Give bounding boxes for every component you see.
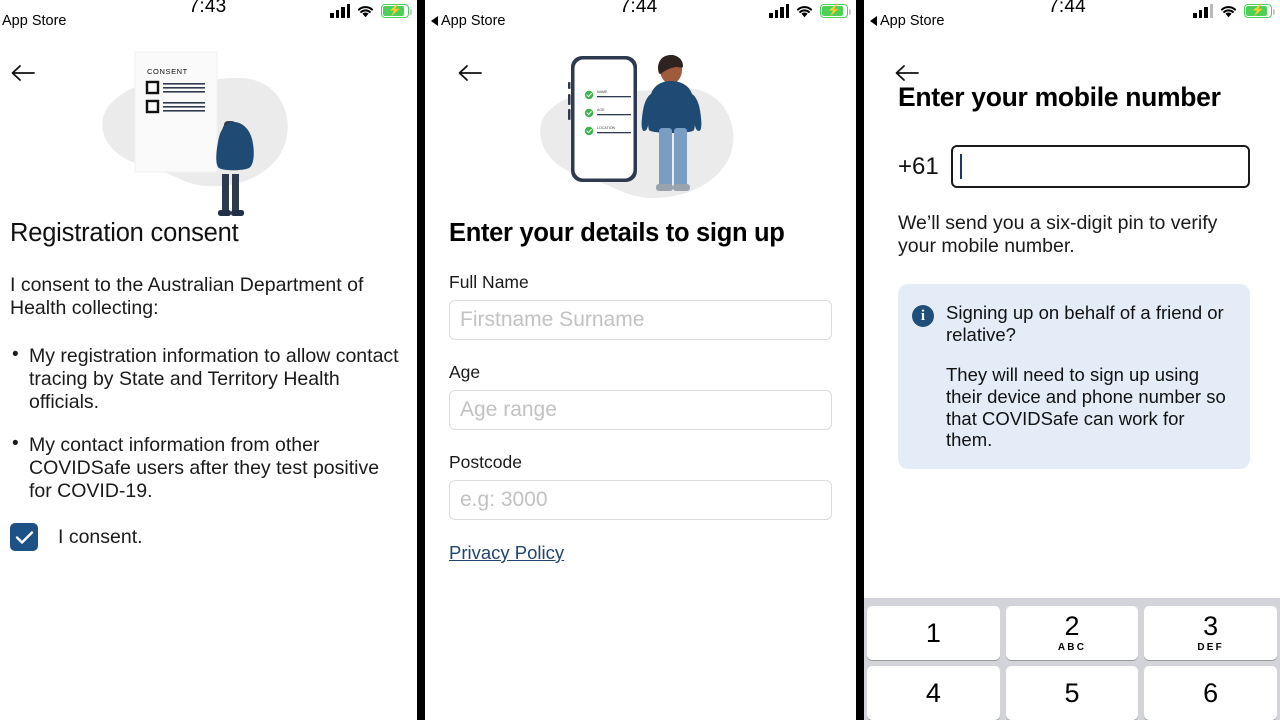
battery-charging-icon: ⚡ xyxy=(820,4,851,18)
keypad-row: 4 5 6 xyxy=(867,666,1278,720)
field-full-name: Full Name xyxy=(449,272,832,340)
cellular-signal-icon xyxy=(1193,4,1213,18)
keypad-key-number: 4 xyxy=(925,677,941,708)
consent-bullet-list: My registration information to allow con… xyxy=(10,344,407,503)
field-label: Full Name xyxy=(449,272,529,292)
status-bar: 7:44 App Store ⚡ xyxy=(864,0,1280,34)
svg-text:LOCATION: LOCATION xyxy=(597,126,616,130)
phone-form-illustration: NAME AGE LOCATION xyxy=(425,34,856,219)
cellular-signal-icon xyxy=(330,4,350,18)
keypad-key-number: 1 xyxy=(925,617,941,648)
screen-enter-mobile-number: 7:44 App Store ⚡ Enter your mobile numbe… xyxy=(864,0,1280,720)
info-callout: i Signing up on behalf of a friend or re… xyxy=(898,284,1250,469)
wifi-icon xyxy=(1219,4,1238,18)
back-triangle-icon xyxy=(431,16,438,26)
keypad-key-4[interactable]: 4 xyxy=(867,666,1000,720)
screen-enter-your-details: 7:44 App Store ⚡ NAME AGE LOCATION Enter… xyxy=(425,0,856,720)
mobile-number-form: Enter your mobile number +61 We’ll send … xyxy=(864,82,1280,469)
status-back-to-app[interactable]: App Store xyxy=(431,13,506,29)
back-arrow-icon[interactable] xyxy=(886,52,928,94)
svg-text:NAME: NAME xyxy=(597,90,608,94)
status-bar: 7:44 App Store ⚡ xyxy=(425,0,856,34)
page-title: Registration consent xyxy=(10,219,239,247)
keypad-key-letters: ABC xyxy=(1057,642,1087,653)
status-back-label: App Store xyxy=(2,13,67,29)
keypad-key-2[interactable]: 2 ABC xyxy=(1005,606,1139,660)
consent-content: Registration consent I consent to the Au… xyxy=(0,219,417,552)
phone-number-row: +61 xyxy=(898,145,1250,188)
info-callout-text: Signing up on behalf of a friend or rela… xyxy=(946,302,1234,451)
cellular-signal-icon xyxy=(769,4,789,18)
keypad-key-number: 3 xyxy=(1203,611,1219,641)
keypad-key-3[interactable]: 3 DEF xyxy=(1144,606,1278,660)
field-label: Age xyxy=(449,362,481,382)
back-triangle-icon xyxy=(870,16,877,26)
details-form: Enter your details to sign up Full Name … xyxy=(425,219,856,564)
svg-text:AGE: AGE xyxy=(597,108,605,112)
helper-text: We’ll send you a six-digit pin to verify… xyxy=(898,212,1218,257)
screen-divider xyxy=(856,0,864,720)
field-age: Age xyxy=(449,362,832,430)
consent-intro: I consent to the Australian Department o… xyxy=(10,274,364,319)
svg-text:CONSENT: CONSENT xyxy=(147,67,188,76)
privacy-policy-link[interactable]: Privacy Policy xyxy=(449,542,564,564)
screen-registration-consent: 7:43 App Store ⚡ CONSENT Registration co… xyxy=(0,0,417,720)
check-icon xyxy=(15,531,33,544)
page-title: Enter your mobile number xyxy=(898,82,1221,112)
status-indicators: ⚡ xyxy=(1193,4,1275,18)
three-screen-comparison: 7:43 App Store ⚡ CONSENT Registration co… xyxy=(0,0,1280,720)
list-item: My contact information from other COVIDS… xyxy=(10,433,407,503)
status-indicators: ⚡ xyxy=(769,4,851,18)
keypad-key-number: 6 xyxy=(1203,677,1219,708)
keypad-key-number: 5 xyxy=(1064,677,1080,708)
keypad-key-letters: DEF xyxy=(1197,642,1224,653)
screen-divider xyxy=(417,0,425,720)
age-range-input[interactable] xyxy=(449,390,832,430)
consent-checkbox-label: I consent. xyxy=(58,525,143,548)
consent-checkbox-row[interactable]: I consent. xyxy=(10,523,407,552)
postcode-input[interactable] xyxy=(449,480,832,520)
status-bar: 7:43 App Store ⚡ xyxy=(0,0,417,34)
status-back-to-app[interactable]: App Store xyxy=(2,13,67,29)
consent-document-illustration: CONSENT xyxy=(0,34,417,219)
keypad-key-1[interactable]: 1 xyxy=(867,606,1000,660)
keypad-row: 1 2 ABC 3 DEF xyxy=(867,606,1278,660)
info-body: They will need to sign up using their de… xyxy=(946,364,1226,451)
info-circle-icon: i xyxy=(912,305,934,327)
country-code-label: +61 xyxy=(898,152,939,180)
status-indicators: ⚡ xyxy=(330,4,412,18)
status-back-label: App Store xyxy=(880,13,945,29)
field-postcode: Postcode xyxy=(449,452,832,520)
status-back-label: App Store xyxy=(441,13,506,29)
consent-checkbox[interactable] xyxy=(10,523,38,552)
keypad-key-number: 2 xyxy=(1064,611,1080,641)
field-label: Postcode xyxy=(449,452,522,472)
wifi-icon xyxy=(356,4,375,18)
list-item: My registration information to allow con… xyxy=(10,344,407,414)
wifi-icon xyxy=(795,4,814,18)
battery-charging-icon: ⚡ xyxy=(1244,4,1275,18)
full-name-input[interactable] xyxy=(449,300,832,340)
keypad-key-6[interactable]: 6 xyxy=(1144,666,1278,720)
info-heading: Signing up on behalf of a friend or rela… xyxy=(946,302,1224,345)
keypad-key-5[interactable]: 5 xyxy=(1005,666,1139,720)
status-back-to-app[interactable]: App Store xyxy=(870,13,945,29)
numeric-keypad: 1 2 ABC 3 DEF 4 5 6 xyxy=(864,598,1280,720)
battery-charging-icon: ⚡ xyxy=(381,4,412,18)
text-caret xyxy=(959,154,962,179)
mobile-number-input[interactable] xyxy=(950,145,1250,188)
